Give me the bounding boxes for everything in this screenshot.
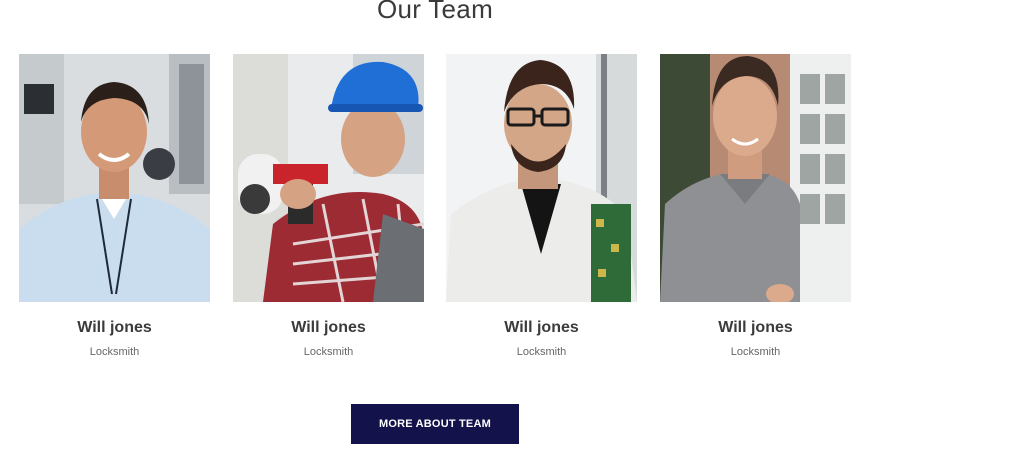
more-about-team-button[interactable]: MORE ABOUT TEAM <box>351 404 519 444</box>
section-title: Our Team <box>376 0 494 24</box>
team-member-role: Locksmith <box>303 346 354 358</box>
team-member-photo <box>446 54 637 302</box>
team-member-role: Locksmith <box>89 346 140 358</box>
team-section: Our Team Will jones Locksmith Will jones… <box>0 0 1027 470</box>
team-member-photo <box>233 54 424 302</box>
team-member-photo <box>660 54 851 302</box>
team-member-role: Locksmith <box>730 346 781 358</box>
team-member-name: Will jones <box>718 319 793 336</box>
team-member-role: Locksmith <box>516 346 567 358</box>
team-card: Will jones Locksmith <box>233 54 424 358</box>
team-member-name: Will jones <box>504 319 579 336</box>
team-card: Will jones Locksmith <box>446 54 637 358</box>
team-card: Will jones Locksmith <box>19 54 210 358</box>
team-member-name: Will jones <box>291 319 366 336</box>
team-card: Will jones Locksmith <box>660 54 851 358</box>
team-member-name: Will jones <box>77 319 152 336</box>
team-member-photo <box>19 54 210 302</box>
